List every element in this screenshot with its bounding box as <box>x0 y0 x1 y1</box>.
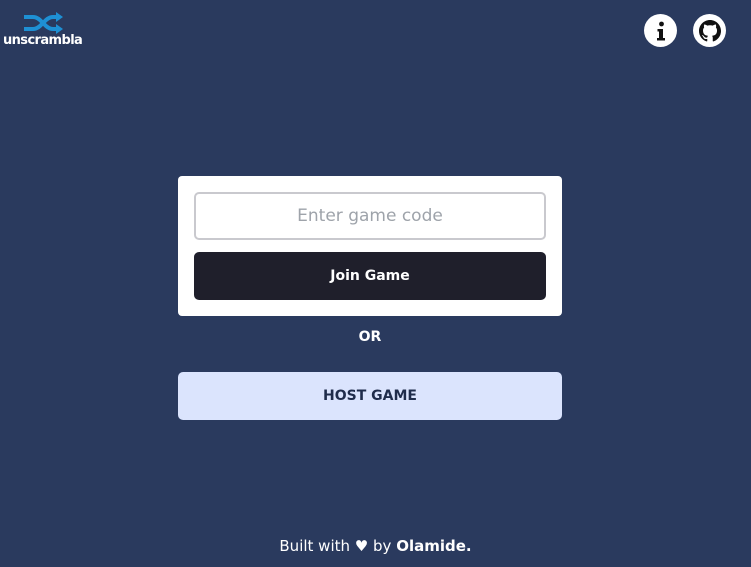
join-game-card: Join Game <box>178 176 562 316</box>
github-icon <box>698 19 721 41</box>
heart-icon: ♥ <box>354 537 369 555</box>
info-button[interactable] <box>644 14 677 47</box>
footer-by: by <box>373 537 392 555</box>
game-code-input[interactable] <box>194 192 546 240</box>
author-link[interactable]: Olamide. <box>396 537 471 555</box>
footer-prefix: Built with <box>279 537 350 555</box>
footer: Built with ♥ by Olamide. <box>0 536 751 556</box>
join-game-button[interactable]: Join Game <box>194 252 546 300</box>
info-icon <box>656 21 665 40</box>
brand-name: unscrambla <box>3 33 83 48</box>
shuffle-icon <box>24 12 63 34</box>
brand-logo[interactable]: unscrambla <box>3 12 87 52</box>
host-game-button[interactable]: HOST GAME <box>178 372 562 420</box>
or-divider: OR <box>358 329 382 345</box>
github-button[interactable] <box>693 14 726 47</box>
